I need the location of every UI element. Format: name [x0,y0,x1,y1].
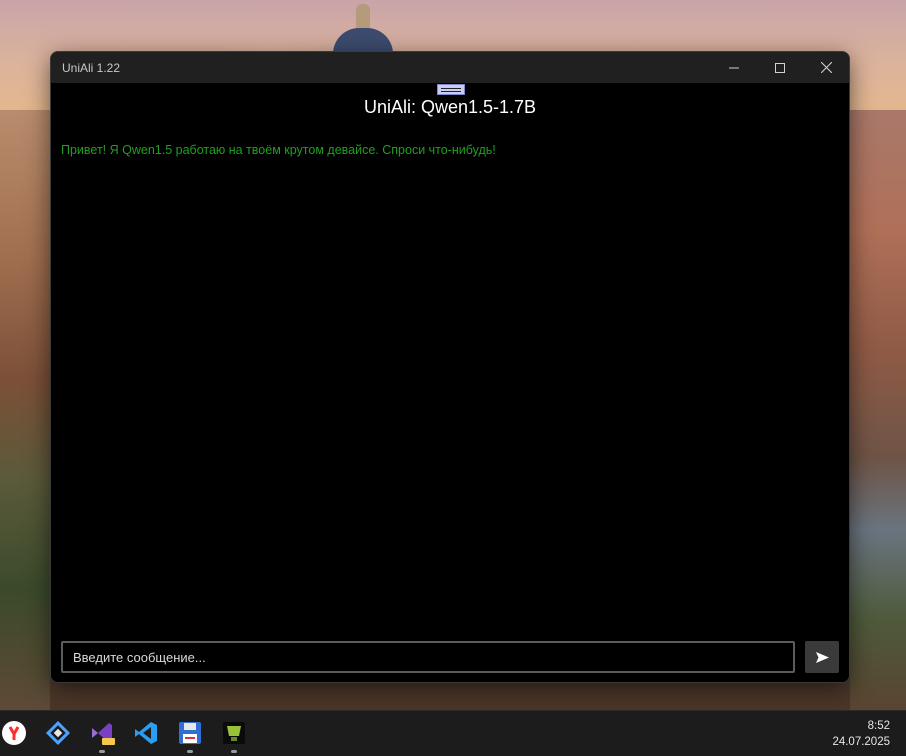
send-arrow-icon [815,651,829,663]
clock-date: 24.07.2025 [832,736,890,748]
running-indicator [99,750,105,753]
taskbar-app-yandex[interactable] [0,719,28,747]
clock-time: 8:52 [867,720,890,732]
drag-handle-icon[interactable] [437,84,465,95]
running-indicator [187,750,193,753]
visual-studio-icon [92,723,115,745]
diamond-app-icon [45,720,71,746]
taskbar-app-uniali[interactable] [220,719,248,753]
message-input-row [61,641,839,673]
minimize-icon [729,67,739,68]
taskbar-clock[interactable]: 8:52 24.07.2025 [832,718,890,750]
message-input[interactable] [61,641,795,673]
yandex-browser-icon [2,721,26,745]
chat-title: UniAli: Qwen1.5-1.7B [363,97,537,117]
taskbar-app-save[interactable] [176,719,204,753]
taskbar: 8:52 24.07.2025 [0,710,906,756]
window-titlebar[interactable]: UniAli 1.22 [51,52,849,83]
maximize-button[interactable] [757,52,803,83]
floppy-disk-icon [179,722,201,744]
minimize-button[interactable] [711,52,757,83]
wallpaper-dome-lantern [356,4,370,30]
taskbar-app-diamond[interactable] [44,719,72,747]
wallpaper-left-buildings [0,110,50,710]
send-button[interactable] [805,641,839,673]
taskbar-app-vscode[interactable] [132,719,160,747]
assistant-message: Привет! Я Qwen1.5 работаю на твоём круто… [61,143,496,157]
vscode-icon [135,722,157,744]
chat-history[interactable]: Привет! Я Qwen1.5 работаю на твоём круто… [61,141,839,623]
window-controls [711,52,849,83]
chat-client-area: UniAli: Qwen1.5-1.7B Привет! Я Qwen1.5 р… [51,83,849,682]
wallpaper-right-buildings [850,110,906,710]
app-window: UniAli 1.22 UniAli: Qwen1.5-1.7B Привет!… [50,51,850,683]
maximize-icon [775,62,785,73]
uniali-app-icon [223,722,245,744]
taskbar-app-visual-studio[interactable] [88,719,116,753]
close-button[interactable] [803,52,849,83]
window-title: UniAli 1.22 [62,60,121,75]
close-icon [820,62,832,73]
running-indicator [231,750,237,753]
